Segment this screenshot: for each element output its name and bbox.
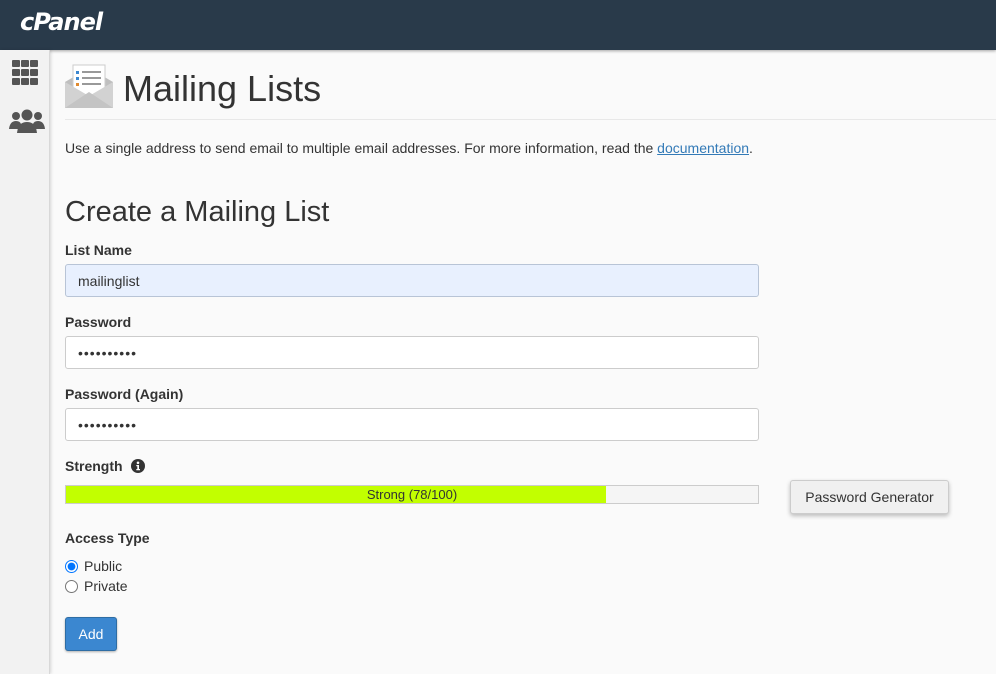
password-input[interactable] <box>65 336 759 369</box>
password-again-input[interactable] <box>65 408 759 441</box>
add-button[interactable]: Add <box>65 617 117 651</box>
mailing-list-icon <box>64 62 114 110</box>
description-text: Use a single address to send email to mu… <box>65 140 658 156</box>
access-private-option[interactable]: Private <box>65 578 128 594</box>
title-divider <box>65 119 996 120</box>
main-content: Mailing Lists Use a single address to se… <box>50 50 996 674</box>
sidebar <box>0 50 50 674</box>
access-public-radio[interactable] <box>65 560 78 573</box>
list-name-input[interactable] <box>65 264 759 297</box>
strength-label-text: Strength <box>65 458 123 474</box>
password-generator-button[interactable]: Password Generator <box>790 480 949 514</box>
access-type-label: Access Type <box>65 530 150 546</box>
access-public-label: Public <box>84 558 123 574</box>
access-private-label: Private <box>84 578 128 594</box>
section-title: Create a Mailing List <box>65 196 330 228</box>
password-strength-meter: Strong (78/100) <box>65 485 759 504</box>
strength-label: Strength <box>65 458 146 476</box>
password-label: Password <box>65 314 132 330</box>
users-icon[interactable] <box>9 108 45 136</box>
strength-meter-text: Strong (78/100) <box>366 487 458 502</box>
access-private-radio[interactable] <box>65 580 78 593</box>
documentation-link[interactable]: documentation <box>657 140 749 156</box>
top-bar: cPanel <box>0 0 996 50</box>
password-again-label: Password (Again) <box>65 386 184 402</box>
grid-icon[interactable] <box>10 60 42 88</box>
page-title: Mailing Lists <box>123 68 322 109</box>
info-icon[interactable] <box>131 459 146 476</box>
cpanel-logo[interactable]: cPanel <box>20 8 103 36</box>
description-suffix: . <box>749 140 753 156</box>
access-public-option[interactable]: Public <box>65 558 122 574</box>
page-description: Use a single address to send email to mu… <box>65 140 753 156</box>
list-name-label: List Name <box>65 242 132 258</box>
